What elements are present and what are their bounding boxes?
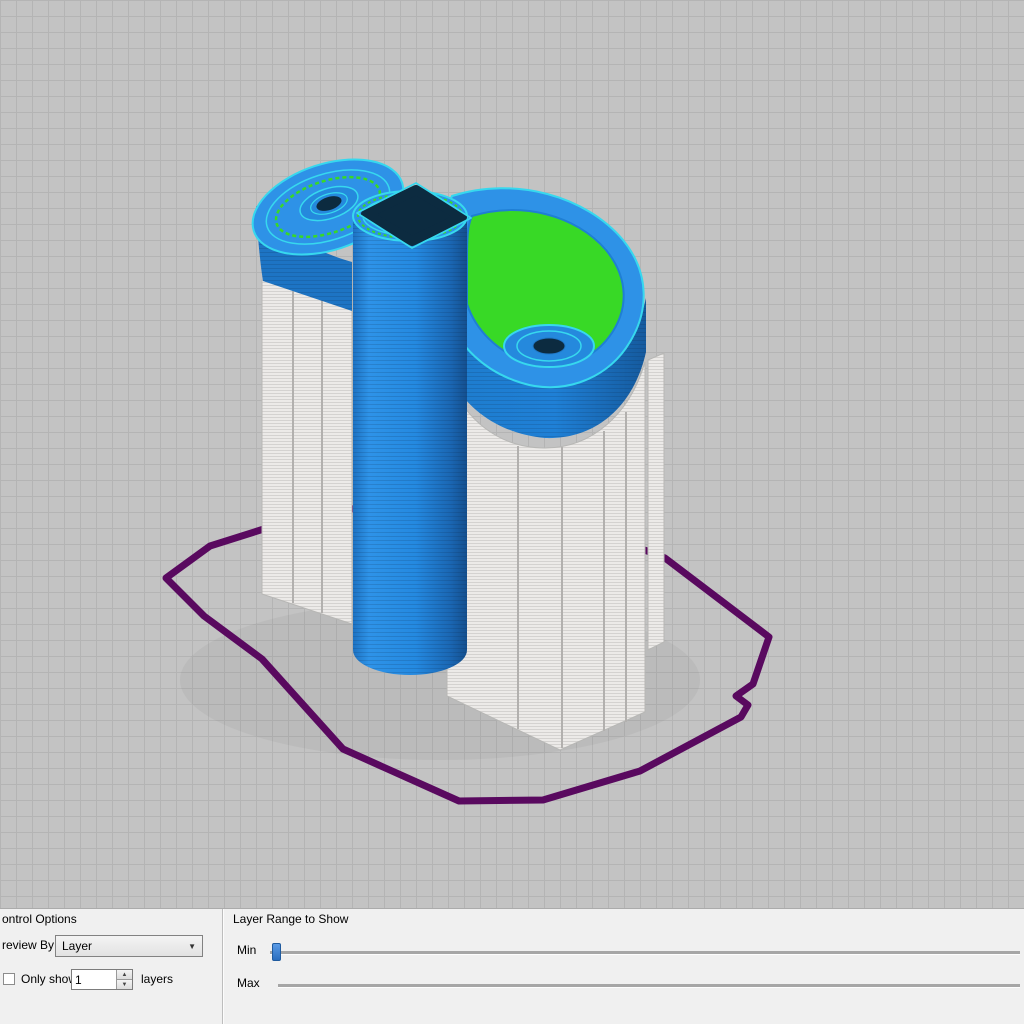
panel-separator (222, 909, 224, 1024)
preview-by-label: review By (2, 938, 54, 952)
layers-label: layers (141, 972, 173, 986)
preview-by-select[interactable]: Layer ▼ (55, 935, 203, 957)
layers-count-input[interactable] (72, 970, 116, 989)
model-right-plate-top (447, 188, 644, 387)
control-options-title: ontrol Options (2, 912, 77, 926)
layer-range-title: Layer Range to Show (233, 912, 348, 926)
min-slider-handle[interactable] (272, 943, 281, 961)
spin-up-icon: ▲ (122, 972, 128, 978)
max-slider-label: Max (237, 976, 260, 990)
print-preview-scene (0, 0, 1024, 908)
only-show-checkbox[interactable] (3, 973, 15, 985)
spin-up-button[interactable]: ▲ (117, 970, 132, 979)
max-layer-slider[interactable] (278, 984, 1020, 988)
preview-control-panel: ontrol Options review By Layer ▼ Only sh… (0, 908, 1024, 1024)
only-show-label: Only show (21, 972, 77, 986)
spin-down-icon: ▼ (122, 982, 128, 988)
bolt-hole (533, 338, 565, 354)
preview-by-value: Layer (62, 939, 184, 953)
min-layer-slider[interactable] (270, 951, 1020, 955)
layers-count-spinbox: ▲ ▼ (71, 969, 133, 990)
chevron-down-icon: ▼ (188, 942, 196, 951)
support-structure-left (262, 280, 352, 624)
model-cylinder (353, 183, 471, 675)
spin-down-button[interactable]: ▼ (117, 979, 132, 989)
min-slider-label: Min (237, 943, 256, 957)
viewport-3d[interactable] (0, 0, 1024, 908)
